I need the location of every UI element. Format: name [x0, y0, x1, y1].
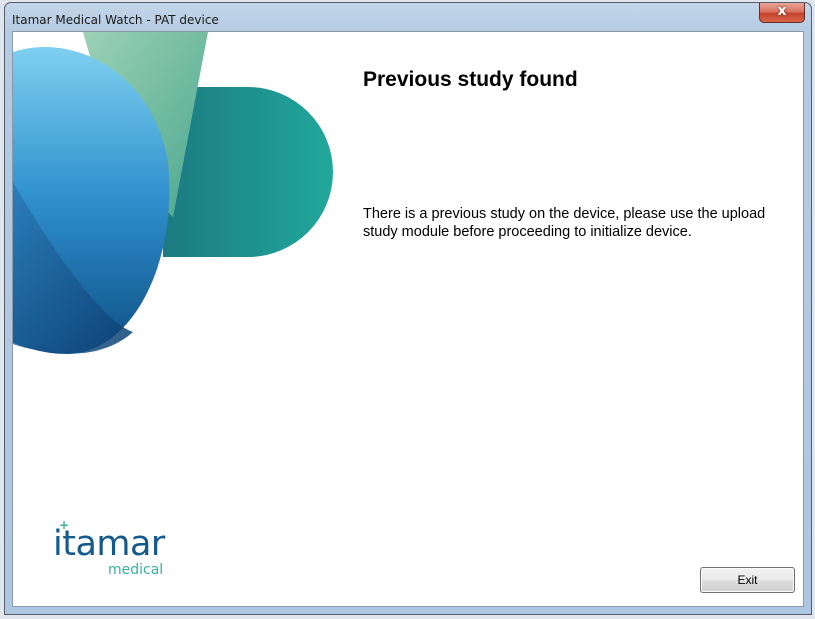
logo-wordmark: itamar	[53, 524, 165, 564]
title-bar[interactable]: Itamar Medical Watch - PAT device x	[5, 3, 811, 33]
itamar-logo: + itamar medical	[53, 518, 193, 588]
window-title: Itamar Medical Watch - PAT device	[12, 13, 219, 27]
app-window: Itamar Medical Watch - PAT device x Prev…	[4, 2, 812, 615]
exit-button[interactable]: Exit	[700, 567, 795, 593]
page-title: Previous study found	[363, 68, 578, 91]
decorative-graphic	[13, 32, 333, 355]
dialog-content: Previous study found There is a previous…	[12, 31, 804, 607]
close-icon: x	[777, 3, 787, 19]
logo-subtitle: medical	[108, 562, 164, 578]
close-button[interactable]: x	[759, 3, 805, 23]
message-text: There is a previous study on the device,…	[363, 206, 766, 240]
